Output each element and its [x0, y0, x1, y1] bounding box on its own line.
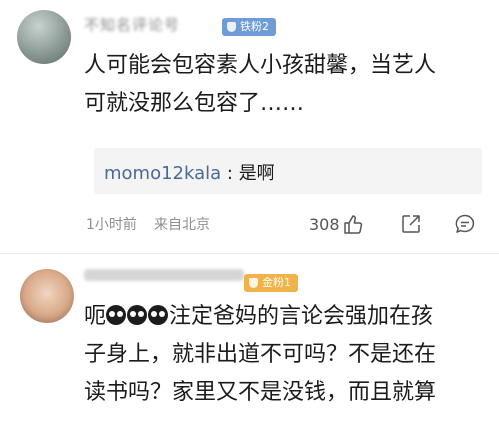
emoji-icon — [148, 305, 169, 325]
avatar[interactable] — [17, 10, 71, 64]
badge-icon — [249, 278, 258, 288]
reply-username[interactable]: momo12kala — [104, 163, 221, 184]
reply-separator: : — [221, 163, 239, 184]
comment-time: 1小时前 — [86, 217, 137, 233]
divider — [0, 253, 499, 254]
comment-line: 读书吗？家里又不是没钱，而且就算 — [84, 380, 437, 405]
fan-badge: 铁粉2 — [222, 18, 276, 36]
fan-badge-label: 金粉1 — [262, 276, 291, 289]
like-icon[interactable] — [342, 213, 364, 235]
comment-item: 不知名评论号 铁粉2 人可能会包容素人小孩甜馨，当艺人 可就没那么包容了…… m… — [0, 0, 499, 255]
reply-text: momo12kala : 是啊 — [104, 159, 275, 185]
badge-icon — [227, 22, 236, 32]
like-count: 308 — [309, 215, 340, 234]
emoji-icon — [127, 305, 148, 325]
fan-badge: 金粉1 — [244, 274, 298, 292]
reply-content: 是啊 — [238, 163, 275, 184]
comment-line-text: 注定爸妈的言论会强加在孩 — [169, 304, 434, 329]
comment-location: 来自北京 — [154, 217, 210, 233]
username[interactable]: 不知名评论号 — [84, 14, 180, 35]
comment-icon[interactable] — [454, 213, 476, 235]
comment-line: 子身上，就非出道不可吗？不是还在 — [84, 342, 437, 367]
reply-box[interactable]: momo12kala : 是啊 — [94, 148, 482, 194]
comment-text: 呃 注定爸妈的言论会强加在孩 子身上，就非出道不可吗？不是还在 读书吗？家里又不是… — [84, 298, 484, 412]
comment-item: 金粉1 呃 注定爸妈的言论会强加在孩 子身上，就非出道不可吗？不是还在 读书吗？家… — [0, 255, 499, 430]
comment-line: 呃 注定爸妈的言论会强加在孩 — [84, 298, 484, 336]
comment-line: 人可能会包容素人小孩甜馨，当艺人 — [84, 53, 437, 78]
fan-badge-label: 铁粉2 — [240, 20, 269, 33]
emoji-icon — [106, 305, 127, 325]
share-icon[interactable] — [400, 213, 422, 235]
comment-prefix: 呃 — [84, 304, 107, 329]
comment-text: 人可能会包容素人小孩甜馨，当艺人 可就没那么包容了…… — [84, 47, 484, 123]
comment-line: 可就没那么包容了…… — [84, 91, 305, 116]
avatar[interactable] — [20, 269, 74, 323]
username[interactable] — [84, 269, 244, 281]
